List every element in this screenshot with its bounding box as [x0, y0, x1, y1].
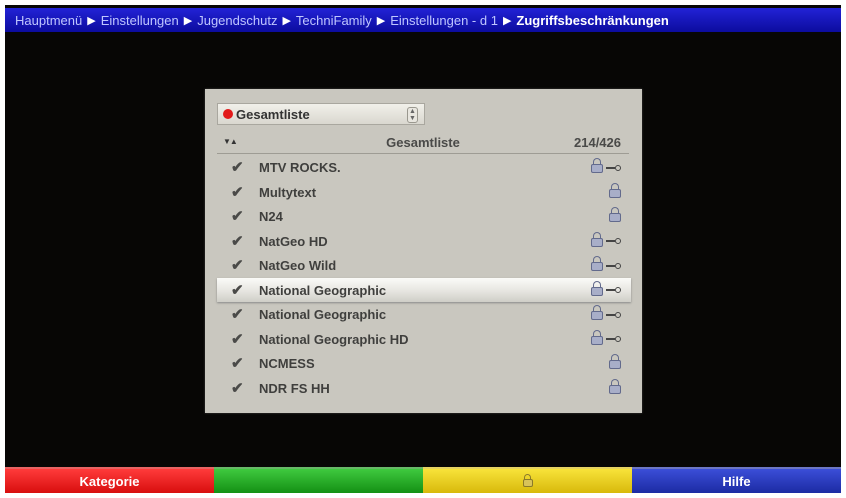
- list-title: Gesamtliste: [386, 135, 460, 150]
- channel-name: NatGeo HD: [259, 233, 328, 249]
- channel-row[interactable]: ✔ National Geographic HD: [217, 327, 631, 352]
- channel-icons: [609, 182, 621, 198]
- channel-row[interactable]: ✔ NCMESS: [217, 351, 631, 376]
- lock-icon: [591, 231, 603, 247]
- lock-icon: [591, 158, 603, 173]
- lock-icon: [591, 256, 603, 271]
- key-icon: [606, 262, 621, 269]
- breadcrumb-item-hauptmenu[interactable]: Hauptmenü: [15, 13, 82, 28]
- check-icon: ✔: [231, 355, 244, 372]
- channel-name: NatGeo Wild: [259, 258, 337, 273]
- blue-button-label: Hilfe: [722, 473, 751, 489]
- channel-icons: [609, 378, 621, 394]
- channel-icons: [591, 158, 621, 173]
- lock-icon: [591, 280, 603, 296]
- channel-icons: [591, 329, 621, 345]
- breadcrumb-item-jugendschutz[interactable]: Jugendschutz: [197, 13, 277, 28]
- red-button[interactable]: Kategorie: [5, 467, 214, 493]
- breadcrumb-arrow-icon: ▶: [87, 14, 96, 27]
- list-select[interactable]: Gesamtliste ▲ ▼: [217, 103, 425, 125]
- check-icon: ✔: [231, 257, 244, 274]
- lock-icon: [591, 329, 603, 345]
- breadcrumb-item-technifamily[interactable]: TechniFamily: [296, 13, 372, 28]
- lock-icon: [609, 182, 621, 198]
- channel-row[interactable]: ✔ NatGeo Wild: [217, 253, 631, 278]
- channel-icons: [609, 354, 621, 369]
- channel-icons: [609, 207, 621, 222]
- channel-row[interactable]: ✔ National Geographic: [217, 302, 631, 327]
- breadcrumb-arrow-icon: ▶: [502, 14, 512, 27]
- channel-row[interactable]: ✔ NDR FS HH: [217, 376, 631, 401]
- channel-name: Multytext: [259, 184, 317, 200]
- green-button[interactable]: [214, 467, 423, 493]
- breadcrumb-item-einstellungen-d1[interactable]: Einstellungen - d 1: [390, 13, 498, 28]
- key-icon: [606, 336, 621, 342]
- list-count: 214/426: [574, 135, 621, 150]
- channel-row[interactable]: ✔ National Geographic: [217, 277, 631, 302]
- list-header: ▼▲ Gesamtliste 214/426: [217, 133, 629, 154]
- breadcrumb-arrow-icon: ▶: [183, 14, 193, 27]
- channel-rows: ✔ MTV ROCKS. ✔ Multytext ✔ N24 ✔ NatGeo HD ✔ NatG…: [217, 155, 631, 400]
- lock-icon: [609, 378, 621, 394]
- blue-button[interactable]: Hilfe: [632, 467, 841, 493]
- channel-icons: [591, 305, 621, 320]
- tv-screen: Hauptmenü ▶ Einstellungen ▶ Jugendschutz…: [5, 5, 841, 493]
- lock-icon: [609, 207, 621, 222]
- check-icon: ✔: [231, 306, 244, 323]
- check-icon: ✔: [231, 281, 244, 299]
- check-icon: ✔: [231, 183, 244, 201]
- breadcrumb-arrow-icon: ▶: [376, 14, 386, 27]
- channel-icons: [591, 280, 621, 296]
- channel-row[interactable]: ✔ MTV ROCKS.: [217, 155, 631, 180]
- red-button-label: Kategorie: [79, 473, 140, 489]
- spinner-arrows-icon[interactable]: ▲ ▼: [407, 107, 418, 123]
- channel-icons: [591, 256, 621, 271]
- check-icon: ✔: [231, 330, 244, 348]
- key-icon: [606, 238, 621, 244]
- channel-row[interactable]: ✔ Multytext: [217, 180, 631, 205]
- lock-icon: [591, 305, 603, 320]
- channel-list-panel: Gesamtliste ▲ ▼ ▼▲ Gesamtliste 214/426 ✔ M…: [205, 89, 642, 413]
- channel-row[interactable]: ✔ N24: [217, 204, 631, 229]
- yellow-button[interactable]: [423, 467, 632, 493]
- breadcrumb-item-einstellungen[interactable]: Einstellungen: [101, 13, 179, 28]
- channel-icons: [591, 231, 621, 247]
- channel-name: NDR FS HH: [259, 380, 330, 396]
- lock-icon: [609, 354, 621, 369]
- channel-row[interactable]: ✔ NatGeo HD: [217, 229, 631, 254]
- channel-name: MTV ROCKS.: [259, 160, 341, 175]
- check-icon: ✔: [231, 208, 244, 225]
- breadcrumb-arrow-icon: ▶: [282, 14, 291, 27]
- channel-name: National Geographic HD: [259, 331, 409, 347]
- check-icon: ✔: [231, 232, 244, 250]
- key-icon: [606, 164, 621, 171]
- breadcrumb: Hauptmenü ▶ Einstellungen ▶ Jugendschutz…: [5, 8, 841, 32]
- check-icon: ✔: [231, 379, 244, 397]
- lock-icon: [522, 474, 533, 487]
- red-dot-icon: [223, 109, 233, 119]
- channel-name: National Geographic: [259, 307, 387, 322]
- key-icon: [606, 287, 621, 293]
- color-key-bar: Kategorie Hilfe: [5, 467, 841, 493]
- channel-name: National Geographic: [259, 282, 387, 298]
- list-select-value: Gesamtliste: [236, 106, 310, 122]
- channel-name: N24: [259, 209, 283, 224]
- channel-name: NCMESS: [259, 356, 315, 371]
- key-icon: [606, 311, 621, 318]
- check-icon: ✔: [231, 159, 244, 176]
- breadcrumb-item-current: Zugriffsbeschränkungen: [516, 12, 669, 28]
